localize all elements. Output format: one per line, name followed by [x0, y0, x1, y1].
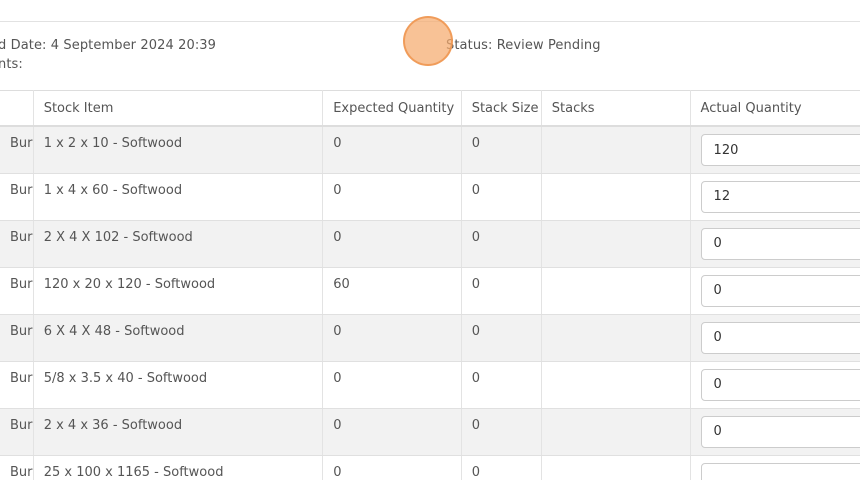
- cell-expected-quantity: 60: [322, 267, 462, 315]
- cell-actual-quantity: [690, 267, 860, 315]
- cell-name-text: Burch: [10, 182, 33, 198]
- cell-actual-quantity: [690, 408, 860, 456]
- cell-actual-quantity: [690, 314, 860, 362]
- actual-quantity-input[interactable]: [700, 274, 860, 307]
- column-header-name: [0, 90, 34, 127]
- cell-name: Burch: [0, 267, 34, 315]
- cell-actual-quantity: [690, 173, 860, 221]
- cell-stacks: [541, 455, 691, 480]
- actual-quantity-input[interactable]: [700, 134, 860, 166]
- actual-quantity-input[interactable]: [700, 321, 860, 354]
- cell-expected-quantity: 0: [322, 173, 462, 221]
- click-indicator: [403, 16, 453, 66]
- column-header-stock-item: Stock Item: [33, 90, 324, 127]
- stock-table-body: Burch1 x 2 x 10 - Softwood00Burch1 x 4 x…: [0, 126, 860, 480]
- table-row: Burch5/8 x 3.5 x 40 - Softwood00: [0, 361, 860, 409]
- cell-stacks: [541, 267, 691, 315]
- cell-stacks: [541, 220, 691, 268]
- cell-stacks: [541, 126, 691, 174]
- cell-actual-quantity: [690, 220, 860, 268]
- actual-quantity-input[interactable]: [700, 415, 860, 448]
- cell-name-text: Burch: [10, 276, 33, 292]
- cell-name-text: Burch: [10, 229, 33, 245]
- comments-label: nts:: [0, 57, 23, 72]
- cell-stack-size: 0: [461, 361, 542, 409]
- cell-stacks: [541, 314, 691, 362]
- cell-expected-quantity: 0: [322, 408, 462, 456]
- cell-stock-item: 5/8 x 3.5 x 40 - Softwood: [33, 361, 324, 409]
- cell-stock-item: 6 X 4 X 48 - Softwood: [33, 314, 324, 362]
- actual-quantity-input[interactable]: [700, 180, 860, 213]
- cell-name: Burch: [0, 220, 34, 268]
- actual-quantity-input[interactable]: [700, 368, 860, 401]
- table-row: Burch120 x 20 x 120 - Softwood600: [0, 267, 860, 315]
- cell-stacks: [541, 361, 691, 409]
- table-row: Burch1 x 4 x 60 - Softwood00: [0, 173, 860, 221]
- cell-stock-item: 120 x 20 x 120 - Softwood: [33, 267, 324, 315]
- table-row: Burch1 x 2 x 10 - Softwood00: [0, 126, 860, 174]
- cell-expected-quantity: 0: [322, 126, 462, 174]
- cell-stacks: [541, 408, 691, 456]
- cell-name: Burch: [0, 314, 34, 362]
- stock-table-header: Stock Item Expected Quantity Stack Size …: [0, 90, 860, 127]
- cell-stack-size: 0: [461, 314, 542, 362]
- cell-expected-quantity: 0: [322, 314, 462, 362]
- cell-name: Burch: [0, 126, 34, 174]
- cell-stack-size: 0: [461, 126, 542, 174]
- cell-stock-item: 25 x 100 x 1165 - Softwood: [33, 455, 324, 480]
- cell-name: Burch: [0, 173, 34, 221]
- cell-expected-quantity: 0: [322, 361, 462, 409]
- table-row: Burch25 x 100 x 1165 - Softwood00: [0, 455, 860, 480]
- cell-name: Burch: [0, 361, 34, 409]
- cell-name: Burch: [0, 408, 34, 456]
- table-row: Burch2 X 4 X 102 - Softwood00: [0, 220, 860, 268]
- table-row: Burch2 x 4 x 36 - Softwood00: [0, 408, 860, 456]
- cell-name-text: Burch: [10, 323, 33, 339]
- cell-stack-size: 0: [461, 173, 542, 221]
- cell-stack-size: 0: [461, 267, 542, 315]
- cell-actual-quantity: [690, 455, 860, 480]
- cell-stack-size: 0: [461, 220, 542, 268]
- actual-quantity-input[interactable]: [700, 462, 860, 480]
- cell-name: Burch: [0, 455, 34, 480]
- stock-table: Stock Item Expected Quantity Stack Size …: [0, 90, 860, 480]
- cell-actual-quantity: [690, 361, 860, 409]
- status-label: Status: Review Pending: [446, 38, 601, 53]
- actual-quantity-input[interactable]: [700, 227, 860, 260]
- cell-stock-item: 2 x 4 x 36 - Softwood: [33, 408, 324, 456]
- created-date-label: d Date: 4 September 2024 20:39: [0, 38, 217, 53]
- table-row: Burch6 X 4 X 48 - Softwood00: [0, 314, 860, 362]
- cell-name-text: Burch: [10, 417, 33, 433]
- cell-expected-quantity: 0: [322, 220, 462, 268]
- cell-stock-item: 1 x 4 x 60 - Softwood: [33, 173, 324, 221]
- column-header-stacks: Stacks: [541, 90, 691, 127]
- column-header-expected-quantity: Expected Quantity: [322, 90, 462, 127]
- cell-expected-quantity: 0: [322, 455, 462, 480]
- cell-stacks: [541, 173, 691, 221]
- cell-actual-quantity: [690, 126, 860, 174]
- column-header-actual-quantity: Actual Quantity: [690, 90, 860, 127]
- cell-stack-size: 0: [461, 455, 542, 480]
- column-header-stack-size: Stack Size: [461, 90, 542, 127]
- cell-name-text: Burch: [10, 370, 33, 386]
- cell-stock-item: 2 X 4 X 102 - Softwood: [33, 220, 324, 268]
- cell-name-text: Burch: [10, 136, 33, 151]
- stocktake-page: d Date: 4 September 2024 20:39 nts: Stat…: [0, 0, 860, 480]
- cell-name-text: Burch: [10, 464, 33, 480]
- cell-stack-size: 0: [461, 408, 542, 456]
- cell-stock-item: 1 x 2 x 10 - Softwood: [33, 126, 324, 174]
